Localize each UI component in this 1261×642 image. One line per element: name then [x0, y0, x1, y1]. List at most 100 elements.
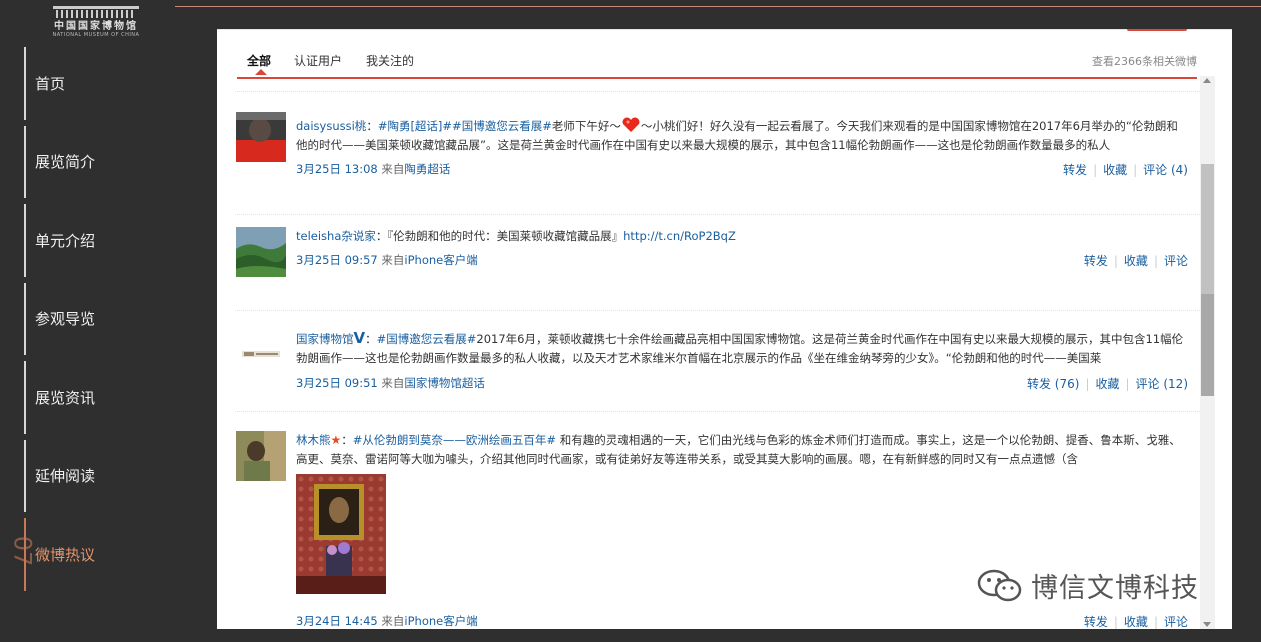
tab-verified-users[interactable]: 认证用户 [294, 52, 342, 69]
scrollbar-thumb[interactable] [1201, 294, 1214, 396]
divider: | [1085, 377, 1090, 391]
wechat-watermark: 博信文博科技 [977, 566, 1199, 605]
nav-indicator [24, 282, 26, 355]
post-time[interactable]: 3月25日 13:08 [296, 162, 378, 176]
nav-item-label: 展览资讯 [35, 388, 96, 407]
comment-button[interactable]: 评论 [1164, 254, 1188, 268]
list-item: 国家博物馆V：#国博邀您云看展#2017年6月，莱顿收藏携七十余件绘画藏品亮相中… [235, 310, 1200, 411]
post-username[interactable]: daisysussi桃 [296, 119, 366, 133]
post-source[interactable]: 国家博物馆超话 [404, 376, 485, 390]
divider: | [1125, 377, 1130, 391]
nav-item-exhibition-intro[interactable]: 展览简介 [24, 123, 204, 202]
post-link[interactable]: http://t.cn/RoP2BqZ [623, 229, 736, 243]
logo-cn-text: 中国国家博物馆 [54, 21, 138, 32]
filter-tabs: 全部 认证用户 我关注的 查看2366条相关微博 [237, 49, 1197, 79]
repost-button[interactable]: 转发 [1063, 163, 1087, 177]
post-content: ：『伦勃朗和他的时代：美国莱顿收藏馆藏品展』 [375, 229, 624, 243]
post-actions: 转发 | 收藏 | 评论 (4) [1063, 161, 1188, 178]
post-topic[interactable]: #国博邀您云看展# [377, 332, 477, 346]
weibo-panel: 全部 认证用户 我关注的 查看2366条相关微博 daisysussi桃：#陶勇… [217, 29, 1232, 629]
scroll-up-icon[interactable] [1203, 78, 1211, 83]
user-avatar[interactable] [236, 431, 286, 481]
post-time[interactable]: 3月24日 14:45 [296, 614, 378, 628]
divider: | [1153, 254, 1158, 268]
nav-indicator [24, 204, 26, 277]
nav-item-label: 延伸阅读 [35, 467, 96, 486]
nav-item-home[interactable]: 首页 [24, 44, 204, 123]
nav-active-number: 07 [8, 535, 37, 567]
favorite-button[interactable]: 收藏 [1124, 615, 1148, 629]
favorite-button[interactable]: 收藏 [1103, 163, 1127, 177]
post-from: 来自 [381, 376, 405, 390]
repost-button[interactable]: 转发 [1084, 615, 1108, 629]
post-actions: 转发 | 收藏 | 评论 [1084, 613, 1188, 629]
post-topic[interactable]: #从伦勃朗到莫奈——欧洲绘画五百年# [353, 433, 556, 447]
post-username[interactable]: 林木熊 [296, 433, 331, 447]
comment-button[interactable]: 评论 (4) [1143, 163, 1188, 177]
post-meta: 3月25日 13:08 来自陶勇超话 [296, 161, 450, 177]
post-source[interactable]: iPhone客户端 [404, 253, 477, 267]
active-tab-caret [255, 69, 267, 75]
feed-scrollbar[interactable] [1200, 76, 1215, 629]
nav-item-label: 首页 [35, 74, 66, 93]
nav-item-news[interactable]: 展览资讯 [24, 358, 204, 437]
nav-item-label: 参观导览 [35, 310, 96, 329]
user-avatar[interactable] [236, 227, 286, 277]
comment-button[interactable]: 评论 [1164, 615, 1188, 629]
panel-top-border [217, 29, 1232, 30]
post-text: teleisha杂说家：『伦勃朗和他的时代：美国莱顿收藏馆藏品展』http://… [296, 227, 1188, 246]
nav-item-label: 微博热议 [35, 545, 96, 564]
wechat-icon [977, 569, 1022, 601]
list-item: daisysussi桃：#陶勇[超话]##国博邀您云看展#老师下午好～ ～小桃们好… [235, 91, 1200, 214]
museum-building-icon [51, 6, 141, 20]
tab-all[interactable]: 全部 [247, 52, 271, 69]
weibo-feed: daisysussi桃：#陶勇[超话]##国博邀您云看展#老师下午好～ ～小桃们好… [235, 91, 1200, 629]
nav-item-label: 展览简介 [35, 153, 96, 172]
post-text: 林木熊★：#从伦勃朗到莫奈——欧洲绘画五百年# 和有趣的灵魂相遇的一天，它们由光… [296, 433, 1181, 466]
repost-button[interactable]: 转发 (76) [1027, 377, 1079, 391]
post-username[interactable]: teleisha杂说家 [296, 229, 376, 243]
user-avatar[interactable] [236, 112, 286, 162]
post-text: 国家博物馆V：#国博邀您云看展#2017年6月，莱顿收藏携七十余件绘画藏品亮相中… [296, 329, 1184, 365]
post-time[interactable]: 3月25日 09:57 [296, 253, 378, 267]
repost-button[interactable]: 转发 [1084, 254, 1108, 268]
divider: | [1113, 615, 1118, 629]
nav-indicator [24, 518, 26, 591]
star-badge-icon: ★ [330, 433, 342, 447]
nav-item-visit-guide[interactable]: 参观导览 [24, 280, 204, 359]
nav-item-units[interactable]: 单元介绍 [24, 201, 204, 280]
museum-logo[interactable]: 中国国家博物馆 NATIONAL MUSEUM OF CHINA [48, 6, 144, 40]
post-source[interactable]: 陶勇超话 [404, 162, 450, 176]
post-topic[interactable]: #陶勇[超话]##国博邀您云看展# [378, 119, 552, 133]
post-source[interactable]: iPhone客户端 [404, 614, 477, 628]
post-meta: 3月25日 09:51 来自国家博物馆超话 [296, 375, 485, 391]
logo-en-text: NATIONAL MUSEUM OF CHINA [52, 32, 140, 38]
sidebar-nav: 首页 展览简介 单元介绍 参观导览 展览资讯 延伸阅读 07 微博热议 [8, 44, 204, 594]
post-meta: 3月25日 09:57 来自iPhone客户端 [296, 252, 478, 268]
nav-item-reading[interactable]: 延伸阅读 [24, 437, 204, 516]
divider: | [1153, 615, 1158, 629]
post-content: 老师下午好～ [551, 119, 621, 133]
post-meta: 3月24日 14:45 来自iPhone客户端 [296, 613, 478, 629]
top-divider [175, 6, 1261, 7]
post-actions: 转发 (76) | 收藏 | 评论 (12) [1027, 375, 1188, 392]
nav-item-label: 单元介绍 [35, 231, 96, 250]
post-username[interactable]: 国家博物馆 [296, 332, 354, 346]
comment-button[interactable]: 评论 (12) [1136, 377, 1188, 391]
post-photo[interactable] [296, 474, 386, 594]
favorite-button[interactable]: 收藏 [1124, 254, 1148, 268]
post-from: 来自 [381, 162, 405, 176]
tab-following[interactable]: 我关注的 [366, 52, 414, 69]
post-time[interactable]: 3月25日 09:51 [296, 376, 378, 390]
divider: | [1133, 163, 1138, 177]
nav-item-weibo[interactable]: 07 微博热议 [8, 515, 204, 594]
list-item: teleisha杂说家：『伦勃朗和他的时代：美国莱顿收藏馆藏品展』http://… [235, 214, 1200, 310]
view-all-link[interactable]: 查看2366条相关微博 [1092, 53, 1197, 69]
nav-indicator [24, 47, 26, 120]
favorite-button[interactable]: 收藏 [1095, 377, 1119, 391]
watermark-text: 博信文博科技 [1031, 573, 1199, 604]
post-from: 来自 [381, 253, 405, 267]
user-avatar[interactable] [236, 329, 286, 379]
post-actions: 转发 | 收藏 | 评论 [1084, 252, 1188, 269]
scroll-down-icon[interactable] [1203, 622, 1211, 627]
